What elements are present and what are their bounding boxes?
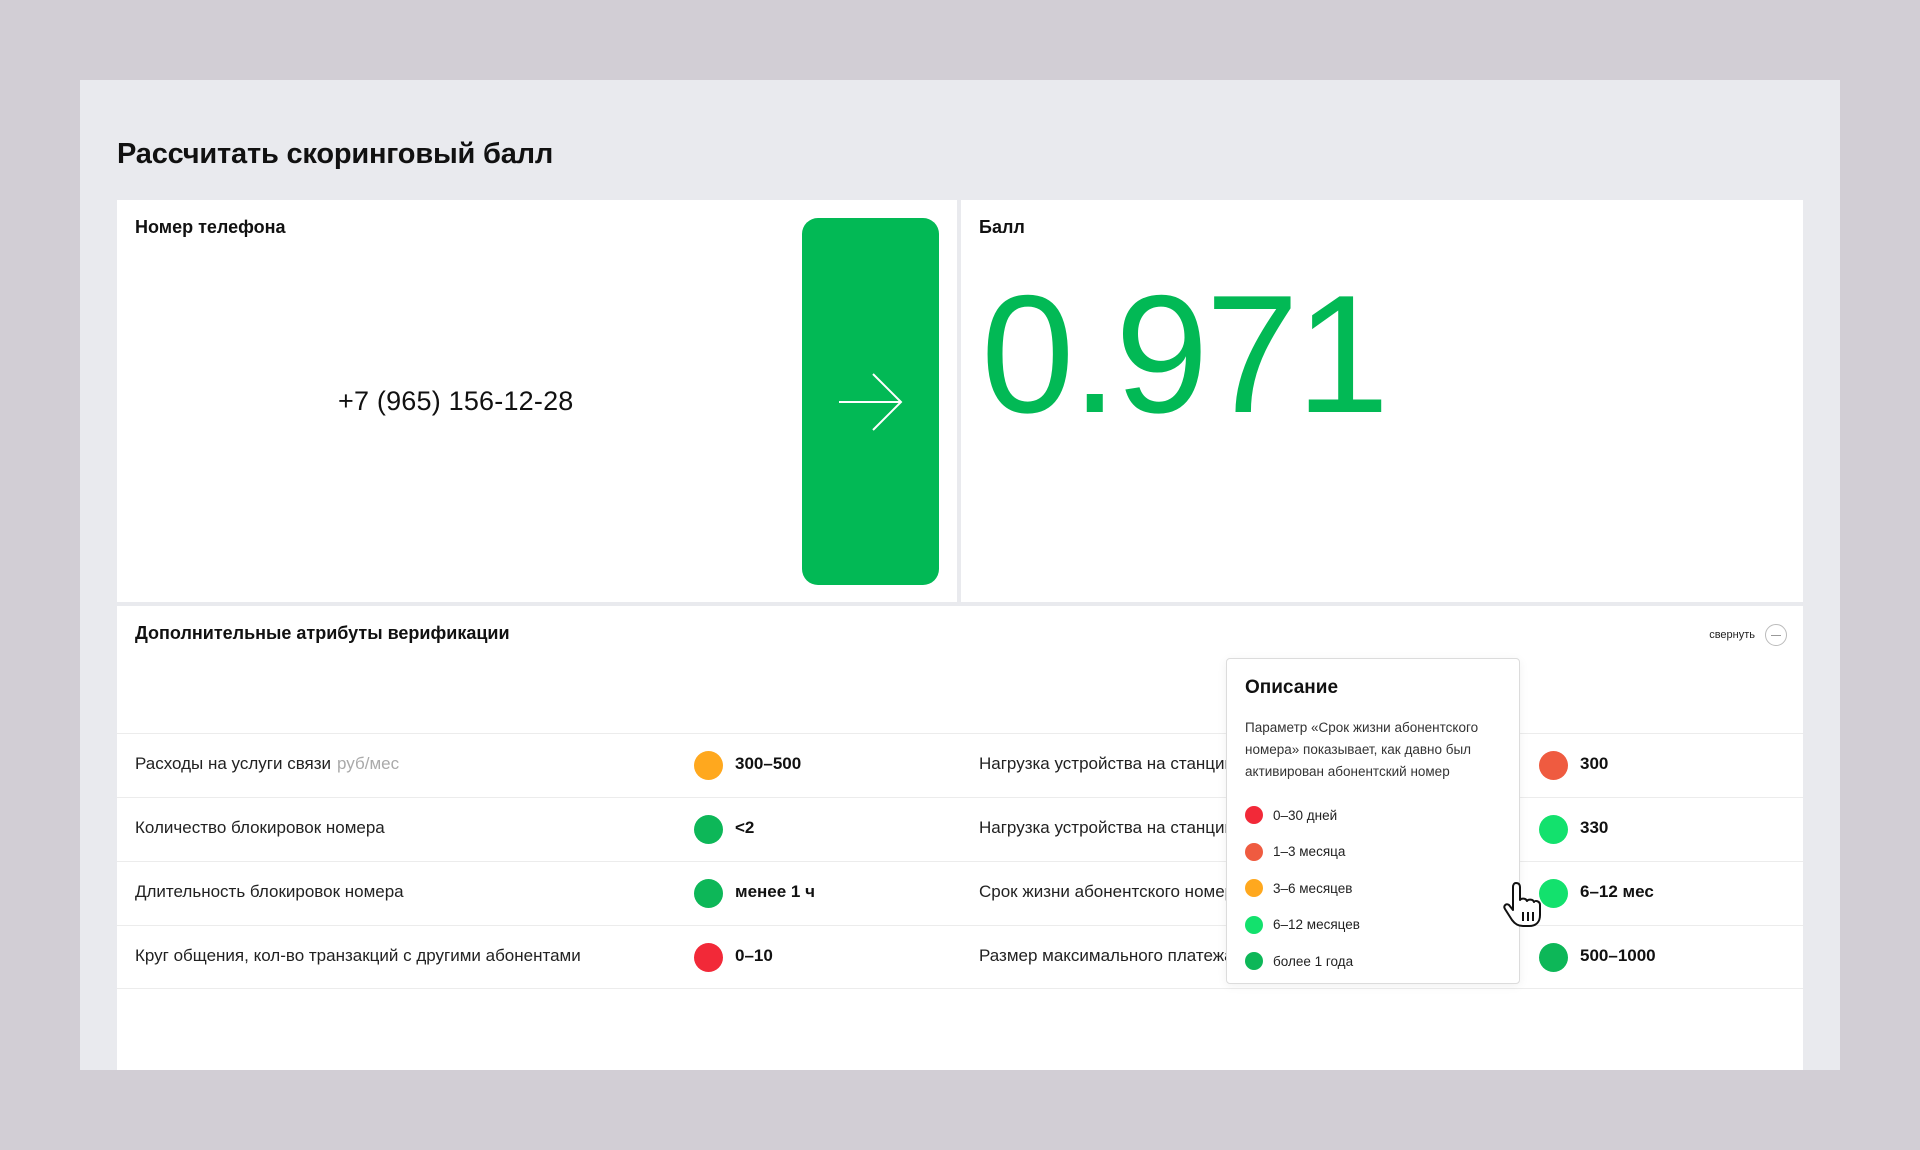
legend-dot <box>1245 842 1263 861</box>
app-frame: Рассчитать скоринговый балл Номер телефо… <box>80 80 1840 1070</box>
legend-dot <box>1245 952 1263 971</box>
phone-card: Номер телефона +7 (965) 156-12-28 <box>117 200 957 602</box>
score-value: 0.971 <box>981 260 1389 448</box>
legend-label: 1–3 месяца <box>1273 844 1346 860</box>
tooltip-legend: 0–30 дней 1–3 месяца 3–6 месяцев 6–12 ме… <box>1245 797 1501 980</box>
attribute-value: 300 <box>1580 754 1609 773</box>
attribute-row: Расходы на услуги связи руб/мес 300–500 Н… <box>117 733 1803 797</box>
attribute-row: Длительность блокировок номера менее 1 ч… <box>117 861 1803 925</box>
attribute-label: Нагрузка устройства на станции <box>979 818 1235 837</box>
calculate-button[interactable] <box>802 218 939 585</box>
legend-label: более 1 года <box>1273 953 1354 969</box>
attribute-value: 6–12 мес <box>1580 882 1654 901</box>
attribute-label: Расходы на услуги связи руб/мес <box>135 754 400 773</box>
status-dot[interactable] <box>694 879 723 908</box>
legend-dot <box>1245 879 1263 898</box>
score-card: Балл 0.971 <box>961 200 1803 602</box>
status-dot[interactable] <box>1539 943 1568 972</box>
phone-label: Номер телефона <box>135 217 286 237</box>
attribute-label: Длительность блокировок номера <box>135 882 404 901</box>
status-dot[interactable] <box>694 943 723 972</box>
collapse-toggle[interactable]: свернуть <box>1709 624 1787 646</box>
description-tooltip: Описание Параметр «Срок жизни абонентско… <box>1226 658 1520 984</box>
legend-item: 1–3 месяца <box>1245 834 1501 871</box>
arrow-right-icon <box>838 372 902 431</box>
phone-input[interactable]: +7 (965) 156-12-28 <box>338 386 574 417</box>
status-dot[interactable] <box>1539 751 1568 780</box>
legend-label: 0–30 дней <box>1273 807 1338 823</box>
attribute-row: Количество блокировок номера <2 Нагрузка… <box>117 797 1803 861</box>
attribute-value: 500–1000 <box>1580 946 1656 965</box>
attributes-title: Дополнительные атрибуты верификации <box>135 623 510 643</box>
legend-item: 6–12 месяцев <box>1245 907 1501 944</box>
minus-circle-icon[interactable] <box>1765 624 1787 646</box>
legend-item: 3–6 месяцев <box>1245 870 1501 907</box>
legend-dot <box>1245 915 1263 934</box>
attribute-label: Количество блокировок номера <box>135 818 385 837</box>
attributes-list: Расходы на услуги связи руб/мес 300–500 Н… <box>117 733 1803 989</box>
attributes-card: Дополнительные атрибуты верификации свер… <box>117 606 1803 1070</box>
attribute-value: <2 <box>735 818 755 837</box>
score-label: Балл <box>979 217 1025 237</box>
status-dot[interactable] <box>694 751 723 780</box>
collapse-label: свернуть <box>1709 629 1755 641</box>
attribute-value: 330 <box>1580 818 1609 837</box>
attribute-label: Нагрузка устройства на станции <box>979 754 1235 773</box>
status-dot[interactable] <box>694 815 723 844</box>
attribute-value: 300–500 <box>735 754 802 773</box>
attribute-label: Срок жизни абонентского номера <box>979 882 1239 901</box>
attribute-label: Круг общения, кол-во транзакций с другим… <box>135 946 581 965</box>
legend-item: 0–30 дней <box>1245 797 1501 834</box>
tooltip-title: Описание <box>1245 677 1339 698</box>
page-title: Рассчитать скоринговый балл <box>117 138 554 170</box>
legend-item: более 1 года <box>1245 943 1501 980</box>
legend-label: 6–12 месяцев <box>1273 917 1360 933</box>
tooltip-text: Параметр «Срок жизни абонентского номера… <box>1245 720 1479 779</box>
hand-pointer-icon <box>1503 882 1541 927</box>
attribute-label: Размер максимального платежа <box>979 946 1234 965</box>
attribute-unit: руб/мес <box>337 754 400 773</box>
attribute-row: Круг общения, кол-во транзакций с другим… <box>117 925 1803 989</box>
attribute-value: 0–10 <box>735 946 773 965</box>
attribute-value: менее 1 ч <box>735 882 815 901</box>
status-dot[interactable] <box>1539 815 1568 844</box>
legend-dot <box>1245 806 1263 825</box>
legend-label: 3–6 месяцев <box>1273 880 1353 896</box>
